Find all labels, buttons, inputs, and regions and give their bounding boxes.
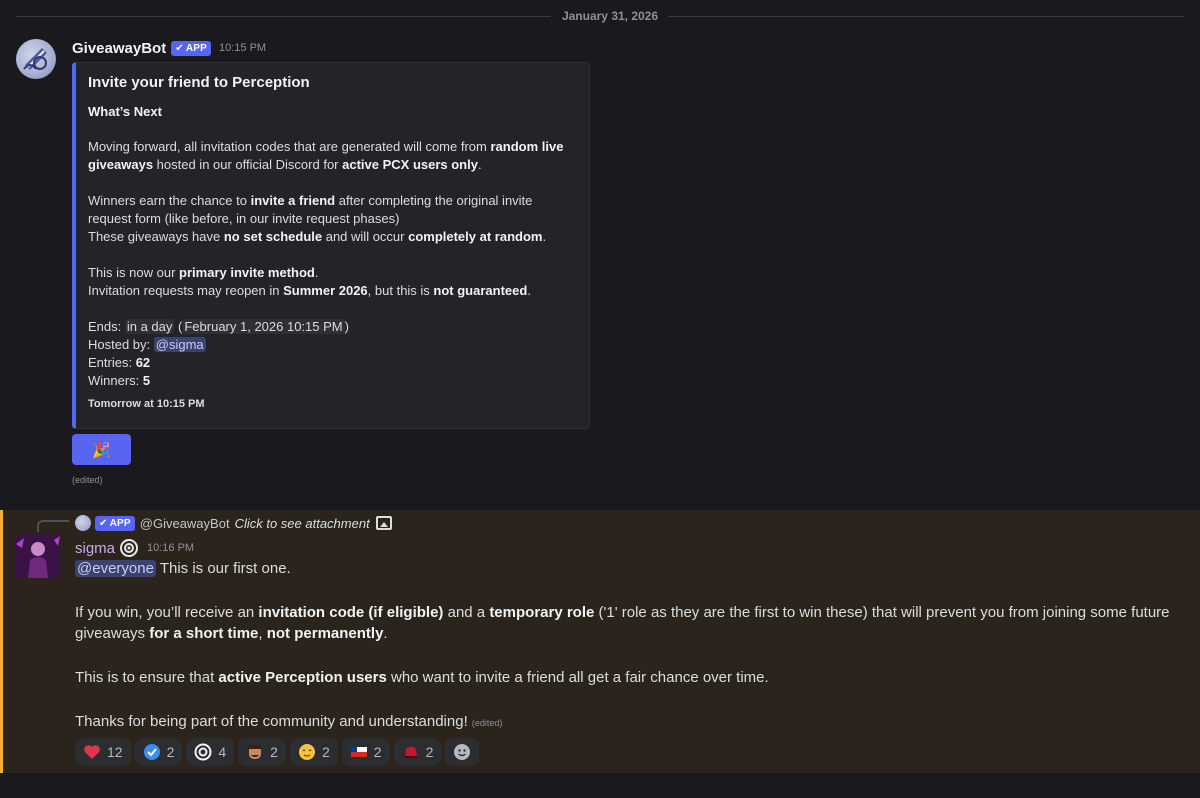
edited-label: (edited) — [72, 475, 103, 485]
everyone-mention[interactable]: @everyone — [75, 560, 156, 577]
reaction-red-hat[interactable]: 2 — [393, 738, 442, 766]
heart-icon — [83, 743, 101, 761]
app-badge: ✔ APP — [95, 515, 135, 531]
message2-paragraph-3: This is to ensure that active Perception… — [75, 669, 769, 686]
reaction-verified[interactable]: 2 — [134, 738, 183, 766]
timestamp: 10:16 PM — [147, 542, 195, 554]
entries-count: 62 — [135, 355, 151, 370]
reaction-chile-flag[interactable]: 2 — [341, 738, 390, 766]
reply-spine — [37, 520, 69, 532]
reaction-target[interactable]: 4 — [186, 738, 235, 766]
chile-flag-icon — [350, 743, 368, 761]
check-icon: ✔ — [175, 42, 184, 54]
message1-header: GiveawayBot ✔ APP 10:15 PM — [72, 39, 266, 57]
reaction-heart[interactable]: 12 — [75, 738, 131, 766]
image-icon — [375, 516, 392, 530]
sigma-avatar[interactable] — [16, 534, 60, 578]
reaction-count: 2 — [166, 744, 175, 760]
ends-relative: in a day — [124, 319, 175, 334]
target-icon — [194, 743, 212, 761]
relieved-face-icon — [298, 743, 316, 761]
embed-paragraph-2: Winners earn the chance to invite a frie… — [88, 193, 547, 244]
reaction-relieved[interactable]: 2 — [289, 738, 338, 766]
red-hat-icon — [402, 743, 420, 761]
giveaway-embed: Invite your friend to Perception What’s … — [72, 62, 590, 429]
embed-paragraph-1: Moving forward, all invitation codes tha… — [88, 139, 564, 172]
edited-label: (edited) — [471, 718, 503, 728]
message2-paragraph-2: If you win, you’ll receive an invitation… — [75, 604, 1170, 642]
reaction-count: 2 — [373, 744, 382, 760]
bottom-area — [0, 773, 1200, 798]
check-icon: ✔ — [99, 517, 108, 529]
embed-subtitle: What’s Next — [88, 104, 162, 119]
message2-paragraph-4: Thanks for being part of the community a… — [75, 713, 503, 730]
reaction-count: 4 — [218, 744, 227, 760]
message2: ✔ APP @GiveawayBot Click to see attachmen… — [0, 510, 1200, 773]
party-popper-icon: 🎉 — [92, 441, 111, 459]
reply-username[interactable]: @GiveawayBot — [140, 516, 230, 531]
reaction-count: 2 — [321, 744, 330, 760]
reply-avatar — [75, 515, 91, 531]
winners-count: 5 — [142, 373, 151, 388]
reaction-count: 2 — [425, 744, 434, 760]
embed-paragraph-3: This is now our primary invite method. I… — [88, 265, 531, 298]
reaction-count: 2 — [270, 744, 278, 760]
reaction-face[interactable]: 2 — [238, 738, 286, 766]
app-badge: ✔ APP — [171, 40, 211, 56]
embed-details: Ends: in a day (February 1, 2026 10:15 P… — [88, 319, 349, 388]
embed-title: Invite your friend to Perception — [88, 74, 310, 91]
enter-giveaway-button[interactable]: 🎉 — [72, 434, 131, 465]
timestamp: 10:15 PM — [218, 42, 267, 54]
add-reaction-icon — [453, 743, 471, 761]
host-mention[interactable]: @sigma — [153, 337, 206, 352]
message2-line-1: @everyone This is our first one. — [75, 560, 291, 577]
message2-header: sigma 10:16 PM — [75, 538, 194, 558]
verified-icon — [143, 743, 161, 761]
reply-preview[interactable]: Click to see attachment — [235, 516, 370, 531]
username[interactable]: GiveawayBot — [72, 40, 166, 57]
reply-reference[interactable]: ✔ APP @GiveawayBot Click to see attachmen… — [75, 514, 392, 532]
add-reaction-button[interactable] — [445, 738, 480, 766]
face-icon — [246, 743, 264, 761]
giveawaybot-avatar[interactable] — [16, 39, 56, 79]
ends-absolute: February 1, 2026 10:15 PM — [182, 319, 345, 334]
divider-line-right — [668, 16, 1184, 17]
username[interactable]: sigma — [75, 540, 115, 557]
embed-footer: Tomorrow at 10:15 PM — [88, 398, 205, 410]
reactions-bar: 12 2 4 2 2 2 2 — [75, 738, 480, 766]
date-divider: January 31, 2026 — [0, 6, 1200, 26]
server-tag-icon — [120, 539, 139, 557]
reaction-count: 12 — [107, 744, 123, 760]
